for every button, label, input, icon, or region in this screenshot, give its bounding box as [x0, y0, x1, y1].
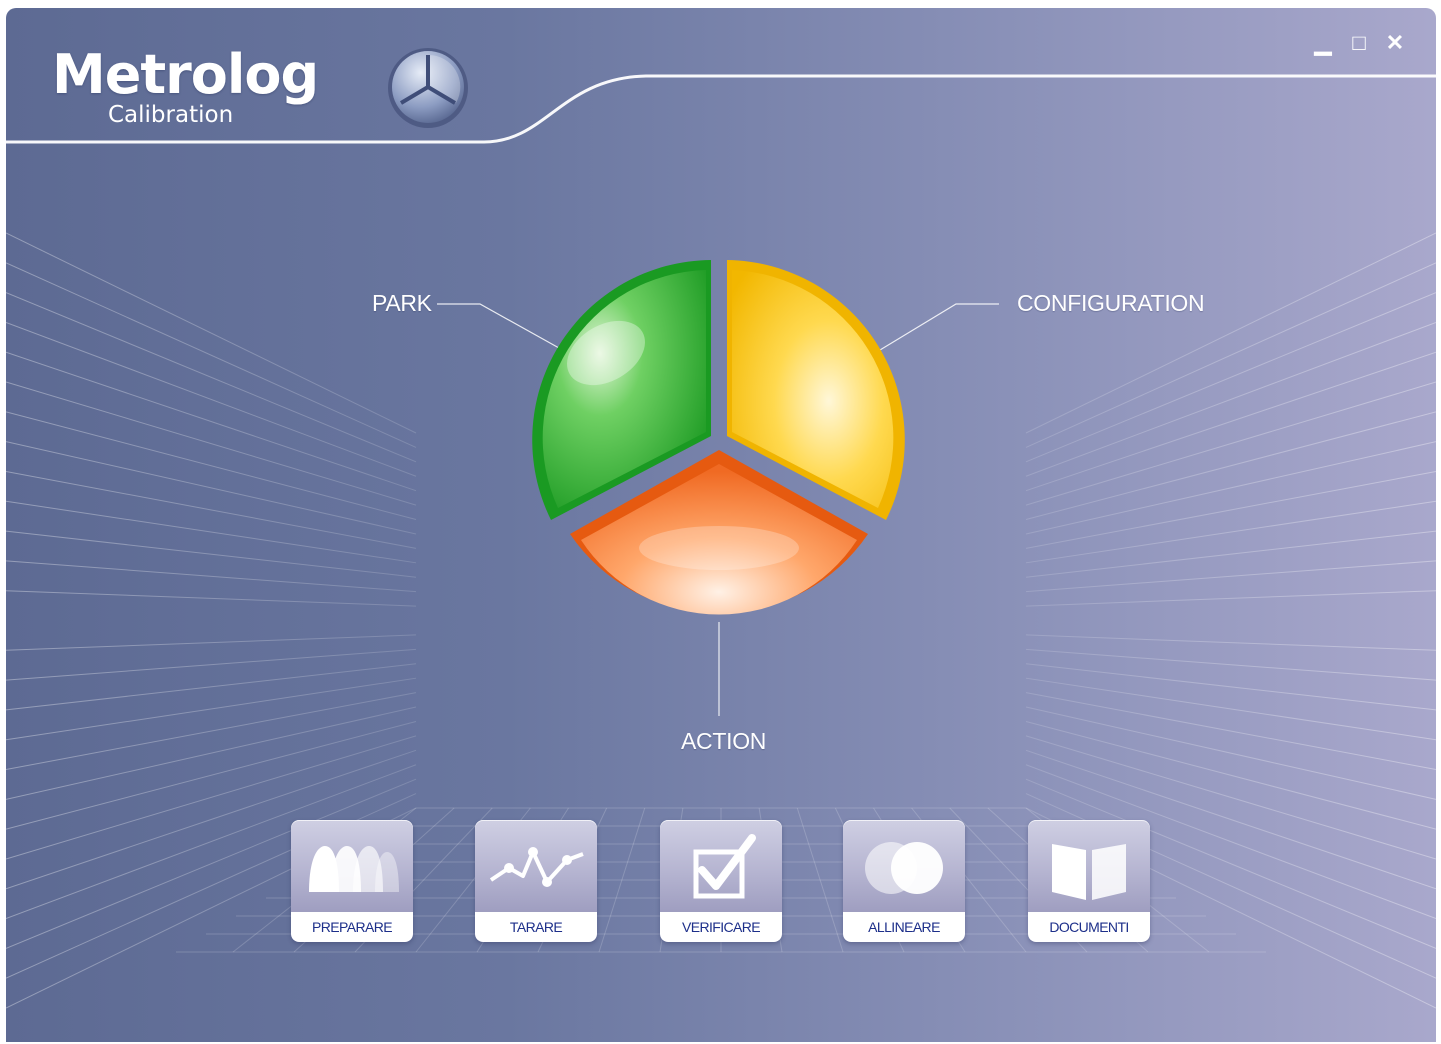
allineare-button[interactable]: ALLINEARE [843, 820, 965, 942]
book-icon [1052, 844, 1126, 900]
configuration-leader-line [879, 303, 999, 351]
park-label[interactable]: PARK [372, 290, 432, 317]
documenti-button[interactable]: DOCUMENTI [1028, 820, 1150, 942]
allineare-label: ALLINEARE [843, 912, 965, 942]
align-circles-icon [865, 842, 943, 894]
preparare-label: PREPARARE [291, 912, 413, 942]
prepare-icon [309, 846, 399, 892]
calibrate-chart-icon [489, 847, 584, 887]
verificare-label: VERIFICARE [660, 912, 782, 942]
preparare-button[interactable]: PREPARARE [291, 820, 413, 942]
action-label[interactable]: ACTION [681, 728, 766, 755]
park-leader-line [437, 303, 560, 349]
checkbox-check-icon [693, 834, 756, 899]
configuration-label[interactable]: CONFIGURATION [1017, 290, 1205, 317]
tarare-label: TARARE [475, 912, 597, 942]
verificare-button[interactable]: VERIFICARE [660, 820, 782, 942]
tarare-button[interactable]: TARARE [475, 820, 597, 942]
documenti-label: DOCUMENTI [1028, 912, 1150, 942]
app-window: Metrolog Calibration ▁ □ ✕ PARK CONFIGUR… [6, 8, 1436, 1042]
